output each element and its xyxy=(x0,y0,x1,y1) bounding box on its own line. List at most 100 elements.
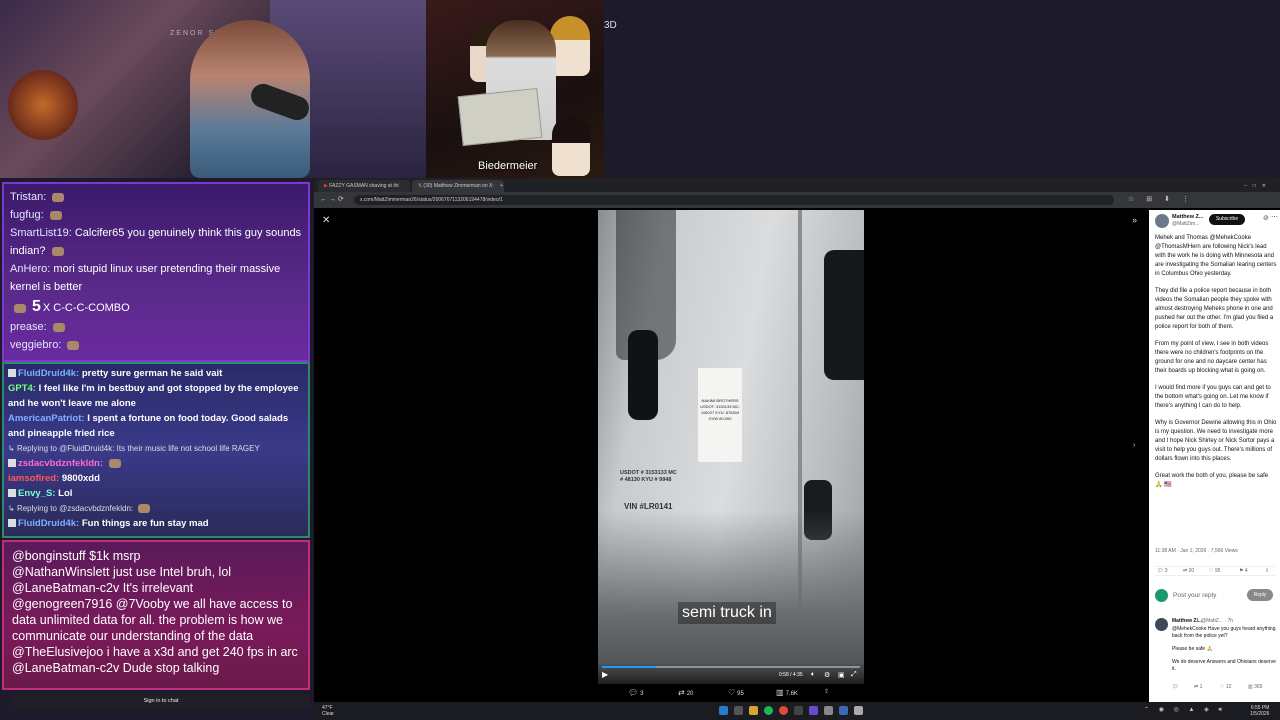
views-action[interactable]: ▥ 7.6K xyxy=(776,688,798,697)
app-icon[interactable] xyxy=(839,706,848,715)
reply-button[interactable]: Reply xyxy=(1247,589,1273,601)
reply-text: Replying to @FluidDruid4k: Its their mus… xyxy=(16,444,260,453)
settings-icon[interactable] xyxy=(854,706,863,715)
sign-in-to-chat-button[interactable]: Sign in to chat xyxy=(12,694,310,708)
chat-username: @bonginstuff xyxy=(12,549,86,563)
pip-icon[interactable]: ▣ xyxy=(838,671,845,679)
new-tab-icon[interactable]: + xyxy=(500,180,510,192)
repost-action[interactable]: ⇄ 20 xyxy=(678,688,693,697)
meme-image xyxy=(426,0,604,178)
author-name[interactable]: Matthew Z... xyxy=(1172,214,1203,220)
emote-icon xyxy=(49,210,62,220)
tweet-bookmark-count: 4 xyxy=(1244,568,1248,574)
emote-icon xyxy=(51,246,64,256)
browser-tab-active[interactable]: 𝕏 (30) Matthew Zimmerman on X: xyxy=(412,180,504,192)
avatar[interactable] xyxy=(1155,214,1169,228)
video-progress-bar[interactable] xyxy=(602,666,860,668)
chat-username: Tristan: xyxy=(10,191,47,203)
url-field[interactable]: x.com/MattZimmerman26/status/20067671132… xyxy=(354,195,1114,205)
start-icon[interactable] xyxy=(719,706,728,715)
chat-username: SmartList19: xyxy=(10,227,72,239)
grok-icon[interactable]: ⊘ xyxy=(1263,214,1269,222)
anime-figure-bottom xyxy=(552,116,590,176)
spotify-icon[interactable] xyxy=(764,706,773,715)
chat-message: @genogreen7916 @7Vooby we all have acces… xyxy=(12,596,300,644)
chat-message: Tristan: xyxy=(10,188,302,206)
app-icon[interactable] xyxy=(794,706,803,715)
views-icon: ▥ xyxy=(776,688,784,697)
video-player[interactable]: NAKIMI BROTHERS USDOT: 3153133 MC: 10602… xyxy=(598,210,864,684)
chat-username: AmericanPatriot: xyxy=(8,413,85,424)
author-handle[interactable]: @MattZim... xyxy=(1172,221,1199,227)
chat-username: prease: xyxy=(10,321,47,333)
system-tray-icons[interactable]: ⌃ ◉ ◎ ▲ ◈ 🔊︎ xyxy=(1144,706,1226,714)
settings-icon[interactable]: ⚙︎ xyxy=(824,671,830,679)
search-icon[interactable] xyxy=(734,706,743,715)
reply-composer: Post your reply Reply xyxy=(1155,588,1275,604)
fullscreen-icon[interactable]: ⤢ xyxy=(851,671,857,679)
tab-label: (30) Matthew Zimmerman on X: xyxy=(423,183,494,189)
tweet-reply-stat[interactable]: 💬︎ 3 xyxy=(1157,568,1168,574)
chat-username: iamsofired: xyxy=(8,473,60,484)
play-icon[interactable]: ▶ xyxy=(602,670,608,679)
avatar[interactable] xyxy=(1155,618,1168,631)
reply-action[interactable]: 💬︎ 3 xyxy=(628,688,644,697)
chat-text: mori stupid linux user pretending their … xyxy=(10,263,281,293)
subscribe-button[interactable]: Subscribe xyxy=(1209,214,1245,225)
like-action[interactable]: ♡ 95 xyxy=(728,688,744,697)
reply-context: ↳ Replying to @zsdacvbdznfekldn: xyxy=(8,501,304,516)
tweet-body: Mehek and Thomas @MehekCooke @ThomasMHer… xyxy=(1155,234,1277,498)
tweet-reply-count: 3 xyxy=(1164,568,1168,574)
truck-lower-body xyxy=(598,510,864,684)
chrome-icon[interactable] xyxy=(779,706,788,715)
browser-toolbar-icons[interactable]: ☆ ⊞ ⬇ ⋮ xyxy=(1128,195,1194,203)
comment-icon[interactable]: 💬︎ xyxy=(1172,684,1178,690)
chat-username: @LaneBatman-c2v xyxy=(12,581,120,595)
volume-icon[interactable]: 🔈︎ xyxy=(811,671,815,679)
chat-message: AnHero: mori stupid linux user pretendin… xyxy=(10,260,302,296)
nav-buttons-icon[interactable]: ← → ⟳ xyxy=(320,195,344,203)
reply-like-count: 12 xyxy=(1225,684,1232,690)
share-icon[interactable]: ⇪ xyxy=(1265,568,1269,574)
app-icon[interactable] xyxy=(809,706,818,715)
chat-message: FluidDruid4k: Fun things are fun stay ma… xyxy=(8,516,304,531)
emote-icon xyxy=(14,303,26,313)
video-progress-fill xyxy=(602,666,657,668)
badge-icon xyxy=(8,519,16,528)
emote-icon xyxy=(67,340,80,350)
chat-message: prease: xyxy=(10,318,302,336)
video-controls: ▶ 0:58 / 4:35 🔈︎ ⚙︎ ▣ ⤢ xyxy=(598,662,864,684)
reply-repost-stat[interactable]: ⇄ 1 xyxy=(1194,684,1202,690)
emote-icon xyxy=(138,504,151,514)
reply-author-name[interactable]: Matthew Zi... xyxy=(1172,618,1202,624)
chat-username: Envy_S: xyxy=(18,488,56,499)
reply-input[interactable]: Post your reply xyxy=(1173,592,1216,599)
reply-author-handle[interactable]: @MattZ... · 7h xyxy=(1201,618,1233,624)
reply-paragraph: We do deserve Answers and Ohioians deser… xyxy=(1172,659,1276,672)
browser-tab[interactable]: ▶ FAZZY GASMAN shaving at thi xyxy=(318,180,410,192)
file-explorer-icon[interactable] xyxy=(749,706,758,715)
truck-door-window xyxy=(628,330,658,420)
share-icon[interactable]: ⇪ xyxy=(824,688,829,695)
tweet-bookmark-stat[interactable]: ⚑ 4 xyxy=(1239,568,1248,574)
next-arrow-icon[interactable]: › xyxy=(1133,442,1135,449)
tab-label: FAZZY GASMAN shaving at thi xyxy=(329,183,399,189)
reply-body: @MehekCooke Have you guys heard anything… xyxy=(1172,626,1276,679)
vcr-box xyxy=(457,87,543,147)
close-icon[interactable]: ✕ xyxy=(322,215,330,226)
view-count: 7.6K xyxy=(785,691,798,697)
reply-like-stat[interactable]: ♡ 12 xyxy=(1220,684,1231,690)
webcam-feed: ZENOR SUBSC xyxy=(0,0,426,178)
reply-view-stat[interactable]: ▥ 365 xyxy=(1248,684,1262,690)
more-icon[interactable]: ⋯ xyxy=(1271,213,1278,221)
tab-bar: ▶ FAZZY GASMAN shaving at thi 𝕏 (30) Mat… xyxy=(314,178,1280,192)
chat-message: @NathanWinslett just use Intel bruh, lol xyxy=(12,564,300,580)
expand-panel-icon[interactable]: » xyxy=(1132,215,1137,225)
weather-widget[interactable]: 47°F Clear xyxy=(322,705,334,717)
tweet-repost-stat[interactable]: ⇄ 20 xyxy=(1183,568,1194,574)
clock[interactable]: 6:55 PM 1/5/2026 xyxy=(1250,705,1269,717)
tweet-like-stat[interactable]: ♡ 95 xyxy=(1209,568,1220,574)
tweet-paragraph: Great work the both of you, please be sa… xyxy=(1155,473,1269,488)
window-controls[interactable]: –□✕ xyxy=(1244,180,1280,192)
app-icon[interactable] xyxy=(824,706,833,715)
